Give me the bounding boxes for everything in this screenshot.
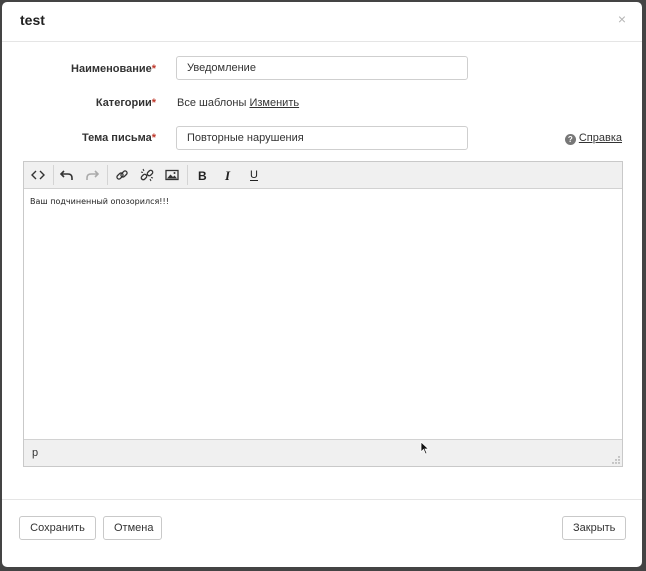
help-link-label[interactable]: Справка	[579, 132, 622, 144]
link-icon	[116, 170, 128, 180]
svg-text:U: U	[250, 169, 258, 181]
underline-button[interactable]: U	[243, 164, 265, 186]
subject-input[interactable]	[176, 126, 468, 150]
underline-icon: U	[250, 169, 258, 181]
categories-value: Все шаблоны Изменить	[177, 97, 299, 109]
toolbar-separator	[107, 165, 108, 185]
name-label-text: Наименование	[71, 63, 152, 75]
rich-text-editor: B I U Ваш подчиненный опозорился!!! p	[23, 161, 623, 467]
mouse-cursor-icon	[420, 441, 430, 455]
name-input[interactable]	[176, 56, 468, 80]
help-link[interactable]: ? Справка	[564, 132, 622, 145]
editor-toolbar: B I U	[24, 162, 622, 189]
change-categories-link[interactable]: Изменить	[249, 97, 299, 109]
categories-value-text: Все шаблоны	[177, 97, 247, 109]
redo-button[interactable]	[81, 164, 103, 186]
required-mark: *	[151, 132, 156, 144]
source-code-button[interactable]	[27, 164, 49, 186]
redo-icon	[86, 170, 99, 180]
link-button[interactable]	[111, 164, 133, 186]
dialog-title: test	[20, 12, 45, 28]
resize-handle-icon[interactable]	[612, 456, 620, 464]
close-icon[interactable]: ×	[618, 11, 626, 27]
unlink-icon	[140, 168, 154, 182]
italic-icon: I	[224, 168, 231, 182]
undo-button[interactable]	[56, 164, 78, 186]
editor-content-text: Ваш подчиненный опозорился!!!	[30, 197, 169, 206]
required-mark: *	[151, 97, 156, 109]
italic-button[interactable]: I	[217, 164, 239, 186]
subject-label-text: Тема письма	[82, 132, 152, 144]
image-button[interactable]	[161, 164, 183, 186]
bold-icon: B	[198, 169, 207, 182]
cancel-button[interactable]: Отмена	[103, 516, 162, 540]
help-icon: ?	[564, 134, 576, 145]
name-label: Наименование*	[6, 63, 156, 75]
unlink-button[interactable]	[136, 164, 158, 186]
subject-label: Тема письма*	[6, 132, 156, 144]
toolbar-separator	[53, 165, 54, 185]
svg-text:I: I	[224, 168, 231, 182]
categories-label-text: Категории	[95, 97, 152, 109]
bold-button[interactable]: B	[191, 164, 213, 186]
undo-icon	[60, 170, 73, 180]
dialog-footer: Сохранить Отмена Закрыть	[2, 499, 642, 567]
svg-text:B: B	[198, 169, 207, 182]
categories-label: Категории*	[6, 97, 156, 109]
save-button[interactable]: Сохранить	[19, 516, 96, 540]
toolbar-separator	[187, 165, 188, 185]
image-icon	[165, 169, 179, 181]
editor-statusbar: p	[24, 439, 622, 466]
dialog-header: test ×	[2, 2, 642, 42]
template-dialog: test × Наименование* Категории* Все шабл…	[2, 2, 642, 567]
required-mark: *	[151, 63, 156, 75]
editor-content-area[interactable]: Ваш подчиненный опозорился!!!	[24, 189, 622, 439]
close-button[interactable]: Закрыть	[562, 516, 626, 540]
element-path[interactable]: p	[32, 447, 38, 459]
source-code-icon	[31, 170, 45, 180]
